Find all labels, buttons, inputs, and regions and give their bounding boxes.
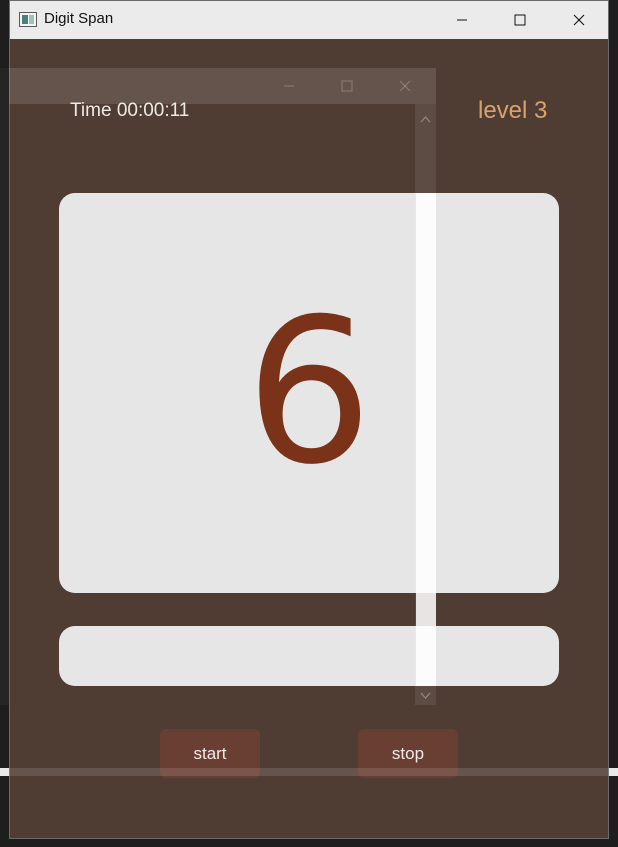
title-bar[interactable]: Digit Span	[10, 1, 608, 39]
answer-input[interactable]	[59, 626, 559, 686]
app-window-icon	[19, 12, 37, 27]
desktop-background-bottom	[0, 839, 618, 847]
time-label: Time	[70, 100, 112, 121]
maximize-icon	[514, 14, 526, 26]
close-button[interactable]	[550, 1, 608, 39]
elapsed-time: Time 00:00:11	[70, 100, 189, 122]
ghost-divider-line	[0, 768, 618, 776]
close-icon	[573, 14, 585, 26]
time-value: 00:00:11	[116, 100, 190, 121]
maximize-button[interactable]	[491, 1, 549, 39]
minimize-button[interactable]	[433, 1, 491, 39]
current-digit: 6	[245, 276, 373, 509]
desktop-background-left	[0, 68, 9, 705]
level-indicator: level 3	[478, 97, 548, 124]
digit-display-card: 6	[59, 193, 559, 593]
window-title: Digit Span	[44, 10, 114, 27]
minimize-icon	[457, 19, 467, 21]
